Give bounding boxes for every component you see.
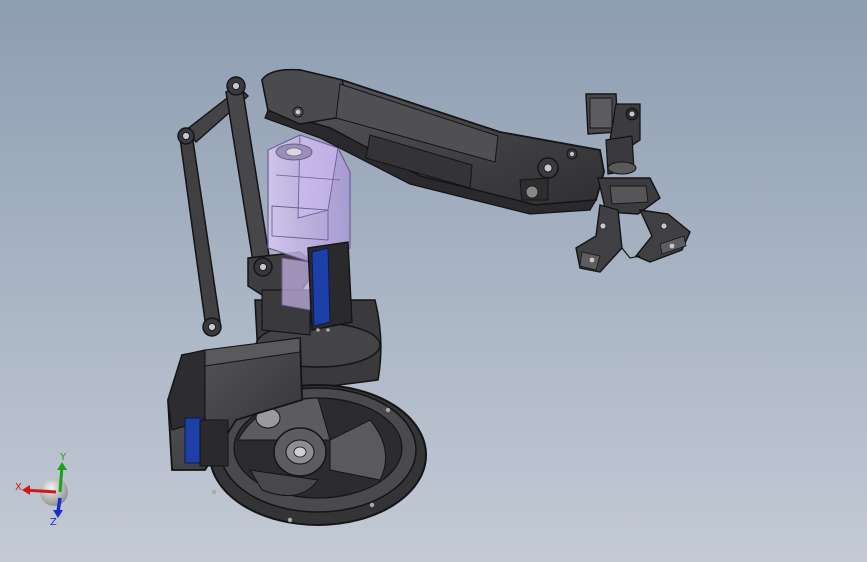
x-axis-arrow-head <box>22 485 30 495</box>
z-axis-arrow <box>56 497 62 513</box>
graphics-viewport[interactable]: X Y Z <box>0 0 867 562</box>
y-axis-arrow-head <box>57 462 67 470</box>
shoulder-motor <box>307 241 353 332</box>
robot-arm-model[interactable] <box>0 0 867 562</box>
y-axis-label: Y <box>59 452 67 463</box>
front-link <box>225 76 271 270</box>
coordinate-triad: X Y Z <box>15 452 68 528</box>
x-axis-label: X <box>15 482 22 493</box>
z-axis-label: Z <box>50 517 57 528</box>
